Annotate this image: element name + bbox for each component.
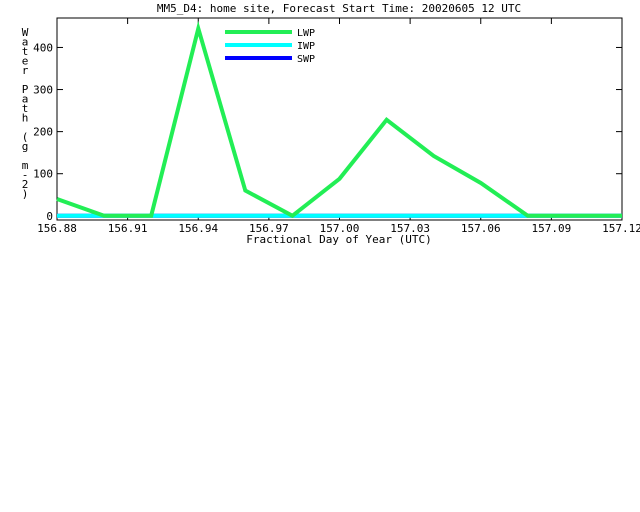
legend-label-iwp: IWP <box>297 41 315 52</box>
y-axis-label-char: r <box>22 64 29 77</box>
x-tick-label: 156.88 <box>37 222 77 235</box>
x-axis-ticks: 156.88 156.91 156.94 156.97 157.00 157.03 157.… <box>37 18 640 235</box>
x-tick-label: 157.12 <box>602 222 640 235</box>
y-tick-label: 300 <box>33 84 53 97</box>
legend-label-lwp: LWP <box>297 28 315 39</box>
y-tick-label: 200 <box>33 126 53 139</box>
y-axis-label-char: h <box>22 112 29 125</box>
chart-title: MM5_D4: home site, Forecast Start Time: … <box>157 2 521 15</box>
x-tick-label: 156.91 <box>108 222 148 235</box>
x-axis-label: Fractional Day of Year (UTC) <box>246 233 431 246</box>
x-tick-label: 157.09 <box>532 222 572 235</box>
y-axis-ticks: 0 100 200 300 400 <box>33 41 622 223</box>
legend-label-swp: SWP <box>297 54 315 65</box>
y-tick-label: 0 <box>46 210 53 223</box>
series-line-lwp <box>56 20 622 219</box>
y-axis-label-char: g <box>22 140 29 153</box>
series-lines <box>56 20 622 219</box>
y-tick-label: 100 <box>33 168 53 181</box>
y-axis-label-char: ) <box>22 188 29 201</box>
chart: MM5_D4: home site, Forecast Start Time: … <box>22 2 640 246</box>
x-tick-label: 157.06 <box>461 222 501 235</box>
plot-frame <box>56 17 623 221</box>
y-axis-label: Water Path (g m-2) <box>22 26 29 201</box>
y-tick-label: 400 <box>33 41 53 54</box>
legend: LWP IWP SWP <box>225 28 315 65</box>
x-tick-label: 156.94 <box>178 222 218 235</box>
